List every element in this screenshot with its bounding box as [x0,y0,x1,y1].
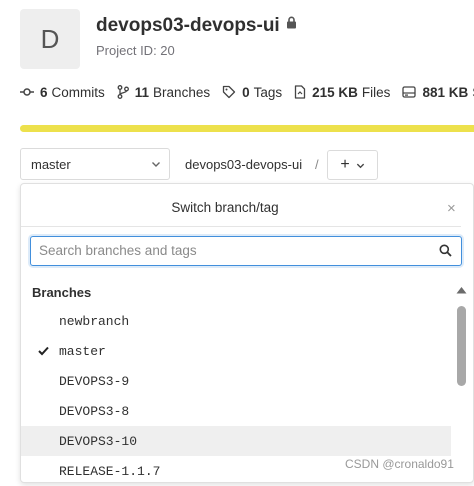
dropdown-title: Switch branch/tag [171,200,279,215]
stat-files-count: 215 KB [312,84,358,100]
project-id: Project ID: 20 [96,43,175,58]
branch-name: DEVOPS3-9 [59,373,130,389]
lock-icon [286,13,297,35]
project-title: devops03-devops-ui [96,15,297,37]
branches-section-header: Branches [32,285,92,300]
branch-name: master [59,343,106,359]
current-branch-label: master [31,156,71,172]
branch-name: newbranch [59,313,130,329]
dropdown-divider [21,226,461,227]
branch-dropdown-toggle[interactable]: master [20,148,170,180]
watermark-text: CSDN @cronaldo91 [345,457,454,471]
breadcrumb-separator: / [315,157,319,172]
branch-item[interactable]: newbranch [21,306,451,336]
stat-branches-count: 11 [134,84,150,100]
branch-icon [117,85,129,99]
project-name[interactable]: devops03-devops-ui [96,15,280,36]
file-icon [294,85,306,99]
stat-storage-count: 881 KB [422,84,469,100]
stat-files[interactable]: 215 KB Files [294,85,390,100]
stat-commits[interactable]: 6 Commits [20,85,105,100]
search-icon[interactable] [439,244,452,257]
close-icon[interactable]: × [447,200,456,217]
chevron-down-icon [356,163,364,168]
scrollbar-thumb[interactable] [457,306,466,386]
branch-search-box[interactable] [30,236,462,266]
branch-item-hovered[interactable]: DEVOPS3-10 [21,426,451,456]
breadcrumb-project[interactable]: devops03-devops-ui [185,157,302,172]
project-avatar: D [20,9,80,69]
stat-files-label: Files [361,84,391,100]
branch-item[interactable]: DEVOPS3-8 [21,396,451,426]
stat-storage[interactable]: 881 KB St [402,85,474,100]
project-stats: 6 Commits 11 Branches 0 Tags 215 KB File… [20,83,474,101]
commit-icon [20,88,34,96]
stat-tags[interactable]: 0 Tags [222,85,282,100]
stat-commits-label: Commits [51,84,105,100]
branch-name: DEVOPS3-10 [59,433,138,449]
branch-name: RELEASE-1.1.7 [59,463,161,479]
scroll-up-arrow-icon[interactable] [456,286,467,294]
chevron-down-icon [152,162,160,167]
add-file-dropdown-button[interactable]: + [327,150,378,180]
stat-commits-count: 6 [40,84,48,100]
storage-icon [402,86,417,98]
stat-branches-label: Branches [153,84,211,100]
branch-search-input[interactable] [31,237,429,263]
branch-item[interactable]: DEVOPS3-9 [21,366,451,396]
tag-icon [222,85,236,99]
branch-name: DEVOPS3-8 [59,403,130,419]
stat-branches[interactable]: 11 Branches [117,85,210,100]
stat-tags-label: Tags [253,84,283,100]
plus-icon: + [340,156,350,173]
language-bar [20,125,474,132]
checkmark-icon [38,346,49,356]
branch-item-selected[interactable]: master [21,336,451,366]
stat-tags-count: 0 [242,84,250,100]
